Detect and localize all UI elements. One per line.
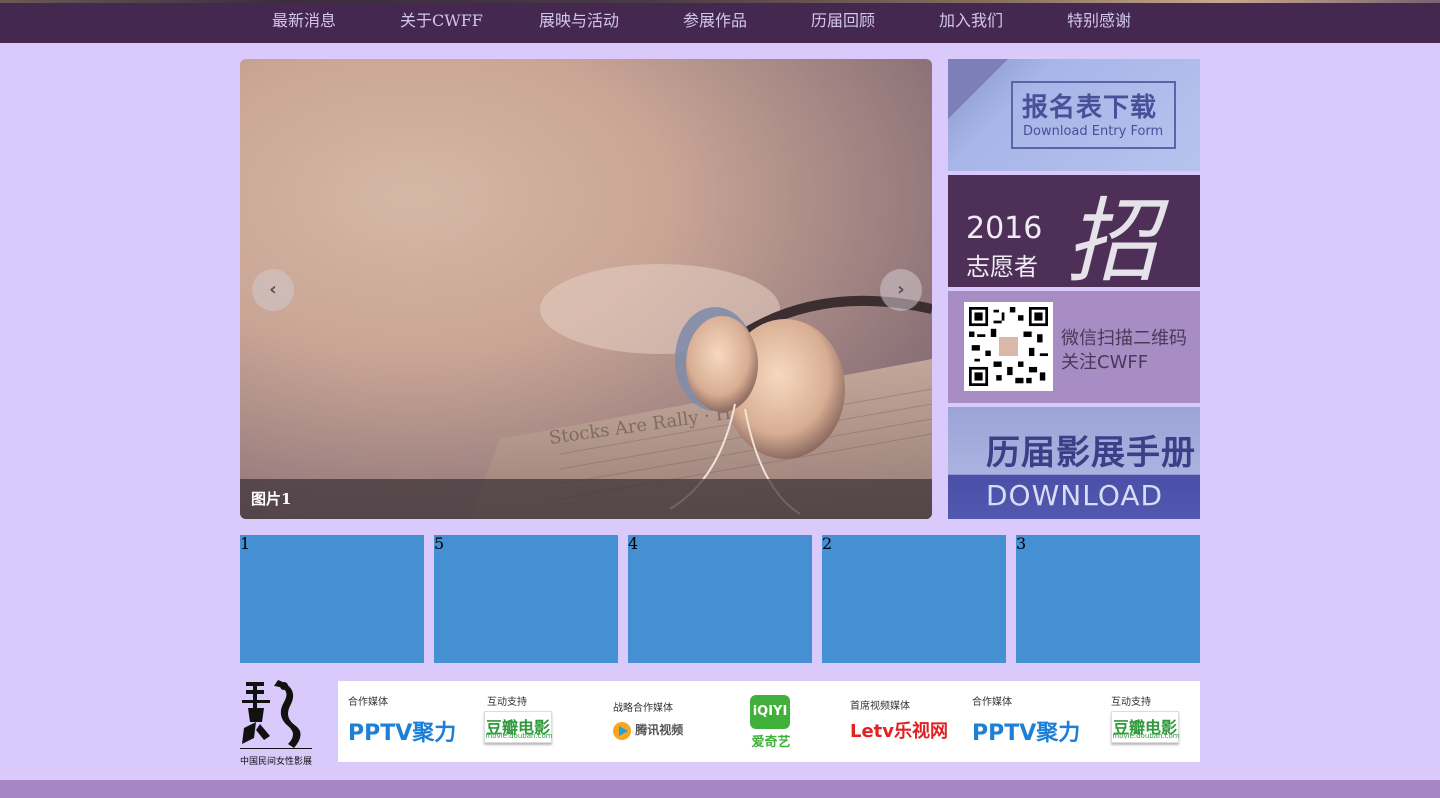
wechat-scan-text: 微信扫描二维码: [1061, 328, 1187, 349]
brochure-download-label: DOWNLOAD: [986, 479, 1164, 512]
nav-item-join-us[interactable]: 加入我们: [939, 3, 1003, 43]
partner-label: 互动支持: [1111, 697, 1151, 708]
main-nav: 最新消息 关于CWFF 展映与活动 参展作品 历届回顾 加入我们 特别感谢: [0, 3, 1440, 43]
wechat-follow-text: 关注CWFF: [1061, 352, 1149, 373]
volunteer-recruit-banner[interactable]: 2016 志愿者 招募: [948, 175, 1200, 287]
partner-douban-logo[interactable]: 豆瓣电影 movie.douban.com: [1111, 711, 1180, 743]
volunteer-role: 志愿者: [966, 253, 1038, 281]
festival-logo: 中国民间女性影展: [240, 678, 314, 767]
thumbnail-label: 5: [434, 534, 445, 553]
thumbnail-item[interactable]: 1: [240, 535, 424, 663]
nav-item-latest-news[interactable]: 最新消息: [272, 3, 336, 43]
carousel-caption: 图片1: [251, 490, 292, 508]
partner-label: 互动支持: [487, 697, 527, 708]
chevron-left-icon: ‹: [269, 279, 277, 300]
brochure-download-banner[interactable]: 历届影展手册 DOWNLOAD: [948, 407, 1200, 519]
thumbnail-item[interactable]: 3: [1016, 535, 1200, 663]
wechat-qr-banner[interactable]: 微信扫描二维码 关注CWFF: [948, 291, 1200, 403]
headphones-photo: Stocks Are Rally · Hits a Snag: [470, 264, 932, 519]
partners-bar: 合作媒体 PPTV聚力 互动支持 豆瓣电影 movie.douban.com 战…: [338, 681, 1200, 762]
thumbnail-label: 3: [1016, 534, 1027, 553]
nav-item-entries[interactable]: 参展作品: [683, 3, 747, 43]
iqiyi-name: 爱奇艺: [751, 735, 791, 750]
qr-code-icon: [964, 302, 1053, 391]
entry-form-subtitle: Download Entry Form: [1023, 124, 1164, 139]
nav-item-history[interactable]: 历届回顾: [811, 3, 875, 43]
tencent-name: 腾讯视频: [635, 723, 684, 737]
play-icon: [613, 721, 631, 740]
nav-item-screenings[interactable]: 展映与活动: [539, 3, 619, 43]
partner-pptv-logo[interactable]: PPTV聚力: [348, 715, 456, 747]
volunteer-headline: 招募: [1066, 188, 1158, 287]
partner-label: 战略合作媒体: [613, 703, 673, 714]
download-entry-form-banner[interactable]: 报名表下载 Download Entry Form: [948, 59, 1200, 171]
partner-douban-logo[interactable]: 豆瓣电影 movie.douban.com: [484, 711, 553, 743]
partner-tencent-logo[interactable]: 腾讯视频: [613, 721, 683, 740]
entry-form-title: 报名表下载: [1022, 93, 1158, 123]
logo-caption: 中国民间女性影展: [240, 757, 313, 767]
carousel-caption-bar: 图片1: [240, 479, 932, 519]
thumbnail-label: 2: [822, 534, 833, 553]
carousel-prev-button[interactable]: ‹: [252, 269, 294, 311]
thumbnail-item[interactable]: 4: [628, 535, 812, 663]
partner-label: 首席视频媒体: [850, 701, 910, 712]
chevron-right-icon: ›: [897, 279, 905, 300]
nav-item-special-thanks[interactable]: 特别感谢: [1067, 3, 1131, 43]
nav-item-about[interactable]: 关于CWFF: [400, 3, 483, 43]
douban-url: movie.douban.com: [1112, 732, 1180, 740]
partner-label: 合作媒体: [972, 697, 1012, 708]
partner-iqiyi-logo[interactable]: iQIYI 爱奇艺: [750, 695, 792, 750]
festival-logo-mark: [240, 680, 312, 749]
image-carousel[interactable]: Stocks Are Rally · Hits a Snag ‹ › 图片1: [240, 59, 932, 519]
banner-corner-decor: [948, 59, 1008, 119]
partner-pptv-logo[interactable]: PPTV聚力: [972, 715, 1080, 747]
brochure-title: 历届影展手册: [986, 433, 1196, 473]
partner-label: 合作媒体: [348, 697, 388, 708]
partner-letv-logo[interactable]: Letv乐视网: [850, 717, 948, 743]
thumbnail-item[interactable]: 2: [822, 535, 1006, 663]
carousel-next-button[interactable]: ›: [880, 269, 922, 311]
thumbnail-item[interactable]: 5: [434, 535, 618, 663]
douban-url: movie.douban.com: [485, 732, 553, 740]
thumbnail-label: 1: [240, 534, 251, 553]
thumbnail-label: 4: [628, 534, 639, 553]
iqiyi-mark: iQIYI: [750, 695, 790, 729]
footer-bar: [0, 780, 1440, 798]
volunteer-year: 2016: [966, 211, 1043, 246]
